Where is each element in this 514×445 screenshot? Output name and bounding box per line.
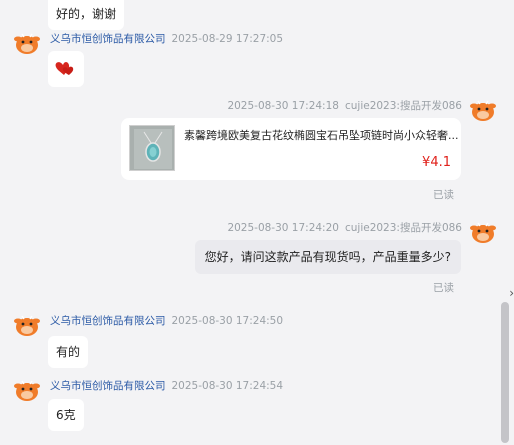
message-meta: 2025-08-30 17:24:18 cujie2023:搜品开发086 bbox=[227, 98, 462, 113]
sender-avatar-icon[interactable] bbox=[14, 312, 40, 338]
message-time: 2025-08-29 17:27:05 bbox=[171, 33, 284, 45]
message-time: 2025-08-30 17:24:18 bbox=[227, 100, 339, 112]
read-receipt: 已读 bbox=[433, 189, 454, 201]
product-price: ¥4.1 bbox=[422, 155, 451, 170]
message-meta: 义乌市恒创饰品有限公司 2025-08-29 17:27:05 bbox=[50, 31, 289, 46]
sender-name[interactable]: 义乌市恒创饰品有限公司 bbox=[50, 33, 166, 45]
message-bubble[interactable]: 有的 bbox=[48, 336, 89, 368]
message-bubble[interactable]: 您好，请问这款产品有现货吗，产品重量多少? bbox=[194, 240, 461, 274]
self-avatar-icon[interactable] bbox=[470, 97, 496, 123]
chevron-right-icon[interactable]: › bbox=[509, 286, 514, 300]
read-receipt: 已读 bbox=[433, 282, 454, 294]
sender-avatar-icon[interactable] bbox=[14, 377, 40, 403]
message-meta: 2025-08-30 17:24:20 cujie2023:搜品开发086 bbox=[227, 220, 462, 235]
sender-name[interactable]: 义乌市恒创饰品有限公司 bbox=[50, 380, 166, 392]
message-bubble[interactable]: 好的，谢谢 bbox=[48, 0, 125, 30]
emoji-bubble[interactable] bbox=[48, 51, 84, 87]
product-card[interactable]: 素馨跨境欧美复古花纹椭圆宝石吊坠项链时尚小众轻奢... ¥4.1 bbox=[121, 118, 461, 180]
two-hearts-icon bbox=[55, 62, 74, 75]
message-meta: 义乌市恒创饰品有限公司 2025-08-30 17:24:50 bbox=[50, 313, 289, 328]
message-bubble[interactable]: 6克 bbox=[48, 399, 84, 431]
scrollbar-thumb[interactable] bbox=[501, 302, 509, 443]
sender-name: cujie2023:搜品开发086 bbox=[344, 222, 462, 234]
product-title[interactable]: 素馨跨境欧美复古花纹椭圆宝石吊坠项链时尚小众轻奢... bbox=[184, 127, 459, 143]
self-avatar-icon[interactable] bbox=[470, 219, 496, 245]
sender-name: cujie2023:搜品开发086 bbox=[344, 100, 462, 112]
chat-message-list: 好的，谢谢 义乌市恒创饰品有限公司 2025-08-29 17:27:05 202… bbox=[0, 0, 500, 445]
message-meta: 义乌市恒创饰品有限公司 2025-08-30 17:24:54 bbox=[50, 378, 289, 393]
message-time: 2025-08-30 17:24:50 bbox=[171, 315, 284, 327]
sender-avatar-icon[interactable] bbox=[14, 30, 40, 56]
sender-name[interactable]: 义乌市恒创饰品有限公司 bbox=[50, 315, 166, 327]
chat-scrollbar[interactable] bbox=[500, 0, 510, 445]
message-time: 2025-08-30 17:24:54 bbox=[171, 380, 284, 392]
product-thumbnail[interactable] bbox=[129, 125, 175, 171]
message-time: 2025-08-30 17:24:20 bbox=[227, 222, 339, 234]
